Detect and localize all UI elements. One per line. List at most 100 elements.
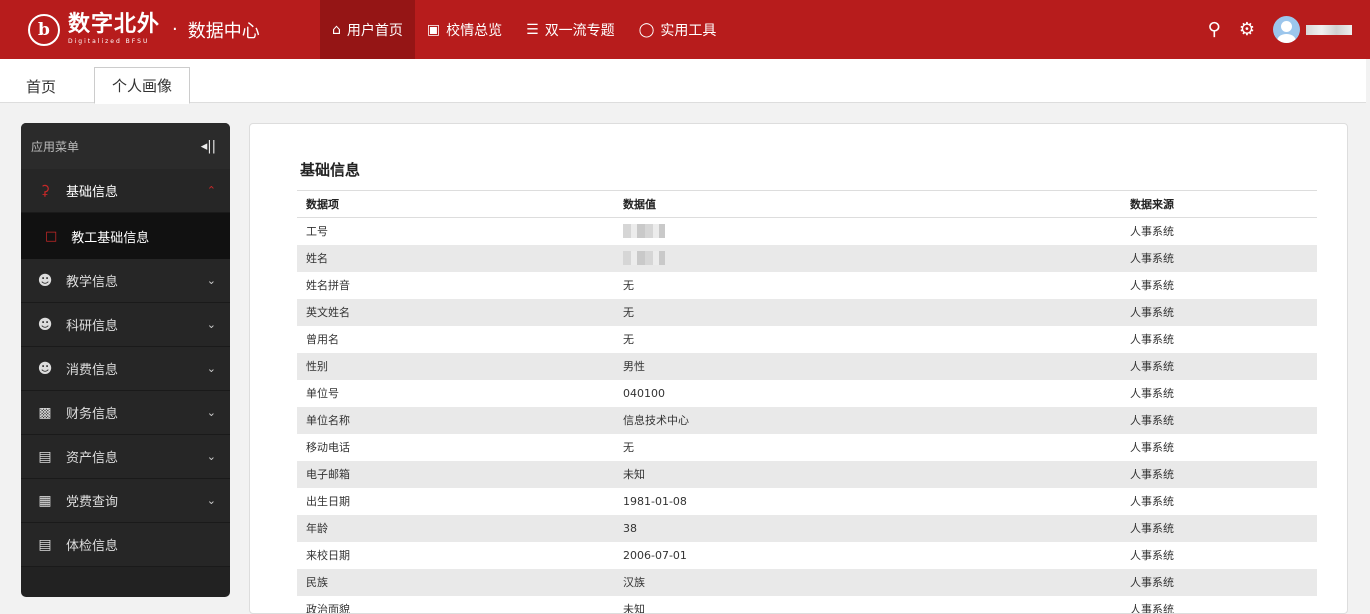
- nav-label: 实用工具: [660, 22, 717, 39]
- sidebar-item-finance-info[interactable]: ▩ 财务信息 ⌄: [21, 391, 230, 435]
- sidebar: 应用菜单 ◂|| ⚳ 基础信息 ⌃ □ 教工基础信息 ☻ 教学信息 ⌄ ☻ 科研…: [21, 123, 230, 597]
- main-panel: 基础信息 数据项 数据值 数据来源 工号 人事系统 姓名 人事系统 姓名拼音无人事系统英…: [249, 123, 1348, 614]
- table-row: 单位号 040100 人事系统: [297, 380, 1317, 407]
- table-row: 民族 汉族 人事系统: [297, 568, 1317, 596]
- table-row: 来校日期 2006-07-01 人事系统: [297, 542, 1317, 569]
- data-value-cell: [614, 218, 1121, 245]
- table-header-row: 数据项 数据值 数据来源: [297, 190, 1317, 218]
- table-row: 姓名 人事系统: [297, 244, 1317, 272]
- sidebar-item-label: 财务信息: [66, 407, 119, 422]
- chevron-down-icon: ⌄: [206, 406, 216, 419]
- data-source-cell: 人事系统: [1121, 244, 1317, 272]
- party-fee-icon: ▦: [38, 492, 52, 509]
- sidebar-item-label: 基础信息: [66, 185, 119, 200]
- data-value-cell: 040100: [623, 386, 665, 400]
- nav-tools[interactable]: ◯ 实用工具: [627, 0, 729, 59]
- data-value-cell: 38: [614, 514, 1121, 542]
- table-row: 移动电话 无 人事系统: [297, 434, 1317, 461]
- tab-home[interactable]: 首页: [10, 69, 72, 103]
- data-value-cell: 未知: [623, 603, 645, 614]
- people-icon: ☻: [37, 360, 53, 377]
- data-source-cell: 人事系统: [1130, 225, 1174, 239]
- sidebar-item-label: 消费信息: [66, 363, 119, 378]
- data-item-cell: 来校日期: [306, 549, 350, 562]
- collapse-icon[interactable]: ◂||: [201, 139, 216, 154]
- sidebar-item-research-info[interactable]: ☻ 科研信息 ⌄: [21, 303, 230, 347]
- data-source-cell: 人事系统: [1121, 352, 1317, 380]
- folder-icon: □: [45, 228, 58, 244]
- nav-campus-overview[interactable]: ▣ 校情总览: [415, 0, 514, 59]
- sidebar-item-consumption-info[interactable]: ☻ 消费信息 ⌄: [21, 347, 230, 391]
- sidebar-item-teaching-info[interactable]: ☻ 教学信息 ⌄: [21, 259, 230, 303]
- top-header: b 数字北外 Digitalized BFSU · 数据中心 ⌂ 用户首页 ▣ …: [0, 0, 1370, 59]
- chevron-down-icon: ⌄: [206, 318, 216, 331]
- username-redacted[interactable]: [1306, 24, 1352, 35]
- nav-label: 用户首页: [346, 22, 403, 39]
- sidebar-item-asset-info[interactable]: ▤ 资产信息 ⌄: [21, 435, 230, 479]
- app-subtitle: 数据中心: [187, 20, 260, 42]
- chevron-down-icon: ⌄: [206, 362, 216, 375]
- sidebar-item-health-check[interactable]: ▤ 体检信息: [21, 523, 230, 567]
- table-row: 年龄 38 人事系统: [297, 514, 1317, 542]
- data-value-cell: 无: [623, 333, 634, 346]
- table-row: 电子邮箱 未知 人事系统: [297, 460, 1317, 488]
- table-row: 工号 人事系统: [297, 218, 1317, 245]
- nav-label: 双一流专题: [544, 22, 615, 39]
- wallet-icon: ▩: [38, 404, 52, 421]
- sidebar-subitem-staff-basic-info[interactable]: □ 教工基础信息: [21, 213, 230, 259]
- data-source-cell: 人事系统: [1130, 495, 1174, 508]
- gear-icon[interactable]: ⚙: [1239, 19, 1255, 40]
- data-value-cell: 信息技术中心: [614, 406, 1121, 434]
- logo[interactable]: b 数字北外 Digitalized BFSU · 数据中心: [0, 0, 320, 59]
- data-value-cell: 未知: [614, 460, 1121, 488]
- logo-text: 数字北外 Digitalized BFSU: [68, 14, 160, 45]
- home-icon: ⌂: [332, 21, 341, 38]
- sidebar-item-label: 科研信息: [66, 319, 119, 334]
- sidebar-title: 应用菜单: [31, 139, 80, 154]
- asset-icon: ▤: [38, 448, 52, 465]
- data-source-cell: 人事系统: [1130, 387, 1174, 400]
- sidebar-header: 应用菜单 ◂||: [21, 123, 230, 169]
- data-item-cell: 单位名称: [297, 406, 614, 434]
- data-value-cell: [614, 244, 1121, 272]
- table-row: 政治面貌 未知 人事系统: [297, 596, 1317, 614]
- data-value-cell: 男性: [614, 352, 1121, 380]
- chevron-up-icon: ⌃: [206, 184, 216, 197]
- chevron-down-icon: ⌄: [206, 494, 216, 507]
- data-item-cell: 姓名: [297, 244, 614, 272]
- data-item-cell: 单位号: [306, 387, 339, 400]
- data-item-cell: 工号: [306, 225, 328, 239]
- data-value-cell: 无: [623, 441, 634, 454]
- sidebar-item-basic-info[interactable]: ⚳ 基础信息 ⌃: [21, 169, 230, 213]
- bell-icon[interactable]: ⚲: [1208, 19, 1221, 40]
- data-value-cell: 2006-07-01: [623, 548, 687, 562]
- data-source-cell: 人事系统: [1121, 568, 1317, 596]
- info-table: 数据项 数据值 数据来源 工号 人事系统 姓名 人事系统 姓名拼音无人事系统 英文姓名无人…: [297, 190, 1317, 614]
- chevron-down-icon: ⌄: [206, 274, 216, 287]
- data-item-cell: 电子邮箱: [297, 460, 614, 488]
- data-value-cell: 汉族: [614, 568, 1121, 596]
- data-source-cell: 人事系统: [1130, 441, 1174, 454]
- data-item-cell: 政治面貌: [306, 603, 350, 614]
- data-item-cell: 出生日期: [306, 495, 350, 508]
- user-icon: ◯: [638, 21, 655, 38]
- data-item-cell: 英文姓名: [297, 298, 614, 326]
- column-header: 数据来源: [1121, 190, 1317, 218]
- data-source-cell: 人事系统: [1121, 406, 1317, 434]
- table-row: 性别 男性 人事系统: [297, 352, 1317, 380]
- tab-personal-profile[interactable]: 个人画像: [94, 67, 190, 104]
- nav-user-home[interactable]: ⌂ 用户首页: [320, 0, 415, 59]
- data-source-cell: 人事系统: [1121, 460, 1317, 488]
- nav-double-first-class[interactable]: ☰ 双一流专题: [514, 0, 627, 59]
- table-row: 单位名称 信息技术中心 人事系统: [297, 406, 1317, 434]
- people-icon: ☻: [37, 316, 53, 333]
- table-body: 工号 人事系统 姓名 人事系统 姓名拼音无人事系统 英文姓名无人事系统 曾用名无人事系统 性别…: [297, 218, 1317, 614]
- table-row: 姓名拼音 无 人事系统: [297, 272, 1317, 299]
- avatar[interactable]: [1273, 16, 1300, 43]
- bank-icon: ▣: [426, 21, 441, 38]
- data-source-cell: 人事系统: [1121, 298, 1317, 326]
- sidebar-item-party-fee[interactable]: ▦ 党费查询 ⌄: [21, 479, 230, 523]
- nav-label: 校情总览: [446, 22, 503, 39]
- people-icon: ☻: [37, 272, 53, 289]
- data-source-cell: 人事系统: [1121, 514, 1317, 542]
